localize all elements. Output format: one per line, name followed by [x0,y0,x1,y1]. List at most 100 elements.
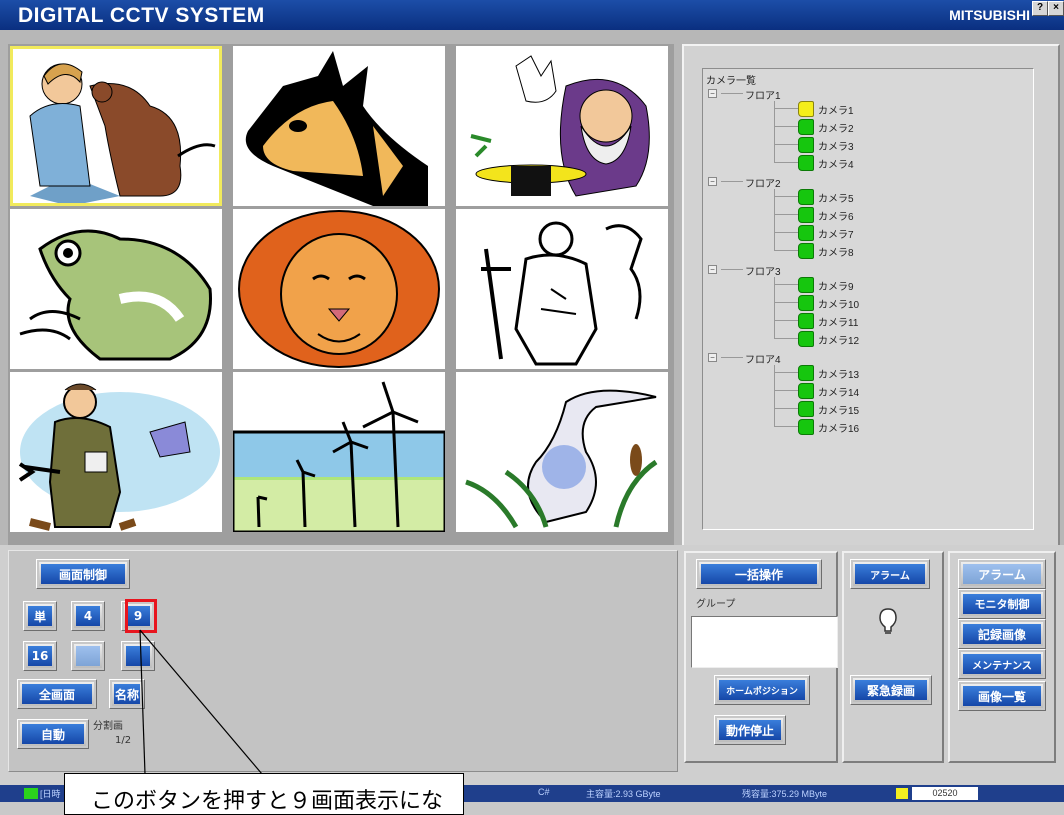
camera-node[interactable]: カメラ9 [774,275,948,293]
stop-operation-button[interactable]: 動作停止 [714,715,786,745]
camera-label: カメラ9 [818,282,854,293]
image-list-button[interactable]: 画像一覧 [958,681,1046,711]
camera-tree[interactable]: カメラ一覧 − フロア1 カメラ1 カメラ2 カメラ3 カメラ4 − フロア2 カメラ5 カメラ6… [702,68,1034,530]
fullscreen-button[interactable]: 全画面 [17,679,97,709]
collapse-toggle-icon[interactable]: − [708,265,717,274]
camera-view-5[interactable] [233,209,445,369]
callout-text: このボタンを押すと９画面表示にな [91,789,444,814]
camera-view-6[interactable] [456,209,668,369]
camera-node[interactable]: カメラ10 [774,293,948,311]
camera-node[interactable]: カメラ3 [774,135,948,153]
floor-label: フロア4 [745,355,781,366]
home-position-button[interactable]: ホームポジション [714,675,810,705]
tree-connector [721,269,743,270]
tree-connector [774,144,798,145]
camera-view-9[interactable] [456,372,668,532]
camera-node[interactable]: カメラ14 [774,381,948,399]
maintenance-button[interactable]: メンテナンス [958,649,1046,679]
camera-view-1[interactable] [10,46,222,206]
monitor-control-button[interactable]: モニタ制御 [958,589,1046,619]
alarm-toggle-button[interactable]: アラーム [850,559,930,589]
camera-status-icon [798,295,814,311]
camera-label: カメラ13 [818,370,860,381]
camera-status-icon [798,155,814,171]
collapse-toggle-icon[interactable]: − [708,89,717,98]
camera-view-8[interactable] [233,372,445,532]
camera-view-3[interactable] [456,46,668,206]
alarm-menu-label: アラーム [963,564,1041,584]
camera-node[interactable]: カメラ7 [774,223,948,241]
horse-head-image [233,46,445,206]
camera-node[interactable]: カメラ2 [774,117,948,135]
camera-label: カメラ5 [818,194,854,205]
control-area: 画面制御 単 4 9 16 全画面 名称 自動 分割画 1/2 一括操作 グルー… [0,545,1064,785]
camera-node[interactable]: カメラ1 [774,99,948,117]
camera-label: カメラ3 [818,142,854,153]
camera-node[interactable]: カメラ11 [774,311,948,329]
camera-label: カメラ7 [818,230,854,241]
camera-status-icon [798,243,814,259]
title-bar: DIGITAL CCTV SYSTEM MITSUBISHI ? × [0,0,1064,30]
alarm-panel: アラーム 緊急録画 [842,551,944,763]
sixteen-view-button[interactable]: 16 [23,641,57,671]
camera-view-4[interactable] [10,209,222,369]
auto-label: 自動 [22,724,84,744]
recorded-images-button[interactable]: 記録画像 [958,619,1046,649]
floor-label: フロア2 [745,179,781,190]
mechanic-image [10,372,222,532]
camera-label: カメラ10 [818,300,860,311]
annotation-callout: このボタンを押すと９画面表示にな [64,773,464,815]
emergency-record-button[interactable]: 緊急録画 [850,675,932,705]
collapse-toggle-icon[interactable]: − [708,353,717,362]
camera-node[interactable]: カメラ16 [774,417,948,435]
lion-image [233,209,445,369]
camera-status-icon [798,383,814,399]
home-position-label: ホームポジション [719,680,805,700]
camera-node[interactable]: カメラ13 [774,363,948,381]
auto-button[interactable]: 自動 [17,719,89,749]
group-label: グループ [696,599,736,610]
hiker-image [456,209,668,369]
monitor-control-label: モニタ制御 [963,594,1041,614]
lightbulb-icon [879,608,897,634]
emergency-record-label: 緊急録画 [855,680,927,700]
status-indicator [24,788,38,799]
disabled-view-button[interactable] [71,641,105,671]
name-toggle-button[interactable]: 名称 [109,679,145,709]
disabled-view-label [76,646,100,666]
tree-connector [774,232,798,233]
camera-status-icon [798,277,814,293]
camera-node[interactable]: カメラ6 [774,205,948,223]
camera-node[interactable]: カメラ12 [774,329,948,347]
camera-status-icon [798,401,814,417]
status-counter: 02520 [912,787,978,800]
page-indicator: 1/2 [115,735,132,746]
camera-label: カメラ4 [818,160,854,171]
alarm-menu-button[interactable]: アラーム [958,559,1046,589]
camera-status-icon [798,189,814,205]
camera-view-7[interactable] [10,372,222,532]
single-view-button[interactable]: 単 [23,601,57,631]
help-button[interactable]: ? [1032,1,1048,16]
camera-node[interactable]: カメラ5 [774,187,948,205]
camera-grid [8,44,674,568]
close-button[interactable]: × [1048,1,1064,16]
menu-panel: アラーム モニタ制御 記録画像 メンテナンス 画像一覧 [948,551,1056,763]
tree-connector [774,408,798,409]
camera-node[interactable]: カメラ8 [774,241,948,259]
camera-node[interactable]: カメラ4 [774,153,948,171]
collapse-toggle-icon[interactable]: − [708,177,717,186]
batch-operation-button[interactable]: 一括操作 [696,559,822,589]
tree-connector [774,196,798,197]
group-list[interactable] [691,616,838,668]
recorded-images-label: 記録画像 [963,624,1041,644]
camera-list-root[interactable]: カメラ一覧 [706,72,756,87]
quad-view-button[interactable]: 4 [71,601,105,631]
tree-connector [774,101,775,162]
screen-control-button[interactable]: 画面制御 [36,559,130,589]
camera-view-2[interactable] [233,46,445,206]
split-right-button[interactable] [121,641,155,671]
split-right-label [126,646,150,666]
screen-control-label: 画面制御 [41,564,125,584]
camera-node[interactable]: カメラ15 [774,399,948,417]
